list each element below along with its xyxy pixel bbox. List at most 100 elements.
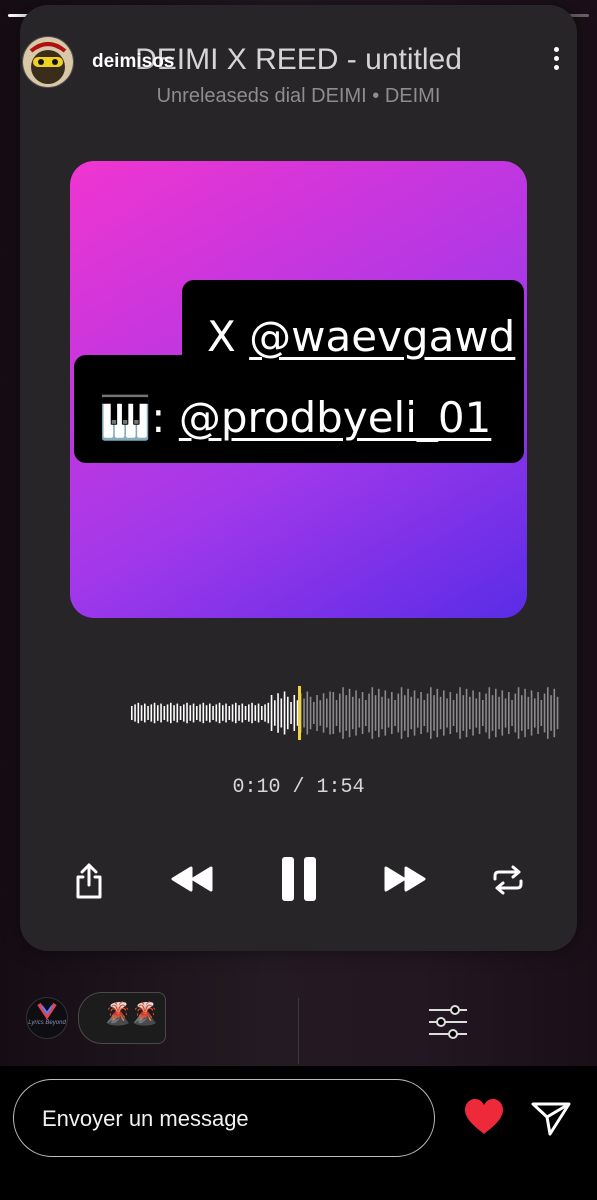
- more-vertical-icon: [553, 47, 559, 52]
- more-options-button[interactable]: [546, 44, 566, 78]
- piano-emoji: 🎹: [99, 393, 152, 442]
- waveform-bar: [508, 692, 510, 734]
- rewind-button[interactable]: [169, 865, 215, 893]
- waveform-bar: [378, 688, 380, 738]
- waveform-bar: [365, 700, 367, 726]
- waveform-bar: [293, 695, 296, 731]
- fast-forward-icon: [384, 866, 426, 892]
- waveform-bar: [329, 691, 331, 735]
- waveform-bar: [547, 687, 549, 739]
- mention-prodbyeli[interactable]: @prodbyeli_01: [179, 393, 492, 442]
- waveform-bar: [287, 696, 289, 730]
- story-username[interactable]: deimisos: [92, 51, 174, 73]
- waveform-bar: [241, 703, 244, 723]
- waveform-bar: [326, 698, 328, 728]
- cover-line-2-prefix: :: [151, 393, 166, 442]
- waveform-bar: [345, 695, 348, 731]
- waveform-bar: [462, 695, 465, 731]
- waveform-bar: [397, 693, 400, 733]
- playback-time: 0:10 / 1:54: [20, 776, 577, 799]
- pause-icon: [282, 857, 316, 901]
- waveform-bar: [163, 706, 166, 720]
- waveform-bar: [413, 690, 416, 736]
- sliders-button[interactable]: [428, 1005, 468, 1044]
- waveform-bar: [215, 704, 218, 722]
- waveform-bar: [430, 687, 432, 739]
- audio-waveform[interactable]: [130, 684, 562, 742]
- waveform-bar: [368, 693, 370, 733]
- heart-icon: [465, 1099, 503, 1134]
- waveform-bar: [410, 696, 413, 730]
- waveform-bar: [176, 703, 179, 723]
- waveform-bar: [244, 706, 247, 720]
- waveform-bar: [254, 705, 257, 721]
- waveform-bar: [521, 695, 523, 731]
- waveform-bar: [543, 693, 546, 733]
- waveform-bar: [514, 693, 517, 733]
- fast-forward-button[interactable]: [382, 865, 428, 893]
- waveform-bar: [140, 705, 143, 721]
- send-icon: [531, 1102, 571, 1136]
- waveform-bar: [313, 702, 315, 724]
- waveform-bar: [391, 692, 393, 734]
- waveform-bar: [218, 702, 221, 724]
- waveform-bar: [309, 696, 312, 730]
- reaction-avatar[interactable]: Lyrics Beyond: [26, 997, 68, 1039]
- waveform-bar: [355, 690, 357, 736]
- waveform-bar: [553, 688, 556, 738]
- waveform-bar: [478, 692, 481, 734]
- waveform-bar: [209, 703, 211, 723]
- waveform-bar: [407, 688, 409, 738]
- waveform-bar: [394, 700, 396, 726]
- waveform-bar: [540, 700, 543, 726]
- waveform-bar: [459, 687, 461, 739]
- waveform-bar: [439, 696, 442, 730]
- waveform-bar: [170, 702, 172, 724]
- waveform-bar: [166, 704, 169, 722]
- waveform-bar: [222, 705, 224, 721]
- waveform-bar: [517, 687, 520, 739]
- waveform-bar: [131, 706, 133, 720]
- divider: [298, 998, 299, 1064]
- send-button[interactable]: [530, 1100, 572, 1143]
- waveform-bar: [456, 693, 458, 733]
- waveform-bar: [417, 698, 419, 728]
- share-button[interactable]: [72, 861, 106, 901]
- waveform-bar: [556, 696, 559, 730]
- waveform-bar: [537, 692, 539, 734]
- waveform-bar: [270, 695, 273, 731]
- waveform-bar: [160, 703, 162, 723]
- waveform-bar: [235, 702, 237, 724]
- track-subtitle: Unreleaseds dial DEIMI • DEIMI: [156, 85, 441, 107]
- repeat-button[interactable]: [491, 864, 525, 896]
- playhead[interactable]: [298, 686, 301, 740]
- pause-button[interactable]: [280, 856, 318, 902]
- waveform-bar: [404, 695, 406, 731]
- mention-waevgawd[interactable]: @waevgawd: [249, 312, 515, 361]
- waveform-bar: [316, 695, 318, 731]
- sliders-icon: [429, 1005, 467, 1039]
- waveform-bar: [491, 695, 494, 731]
- waveform-bar: [358, 698, 361, 728]
- waveform-bar: [251, 702, 253, 724]
- time-separator: /: [292, 776, 305, 799]
- waveform-bar: [192, 703, 195, 723]
- current-time: 0:10: [232, 776, 281, 799]
- waveform-bar: [228, 706, 231, 720]
- waveform-bar: [469, 696, 471, 730]
- waveform-bar: [134, 704, 136, 722]
- like-button[interactable]: [463, 1098, 505, 1141]
- message-input[interactable]: [40, 1102, 404, 1136]
- waveform-bar: [550, 695, 552, 731]
- avatar-image: [23, 37, 73, 87]
- waveform-bar: [527, 696, 530, 730]
- message-field[interactable]: [13, 1079, 435, 1157]
- waveform-bar: [261, 706, 263, 720]
- waveform-bar: [472, 690, 474, 736]
- waveform-bar: [137, 702, 140, 724]
- waveform-bar: [423, 700, 426, 726]
- waveform-bar: [495, 688, 497, 738]
- avatar[interactable]: [22, 36, 74, 88]
- waveform-bar: [433, 695, 435, 731]
- waveform-bar: [443, 690, 445, 736]
